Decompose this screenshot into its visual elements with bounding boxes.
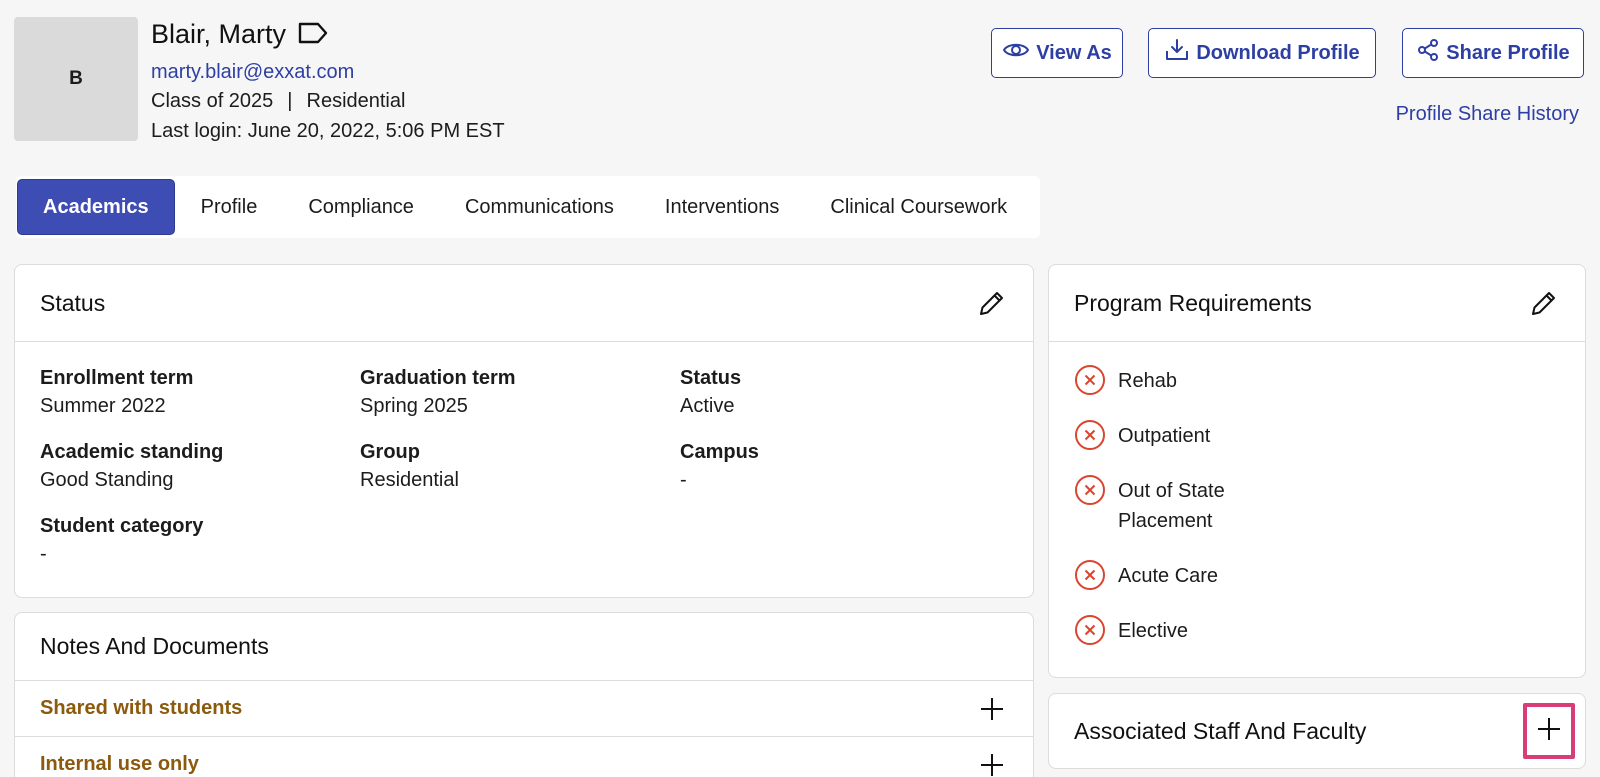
unmet-x-circle-icon: [1074, 364, 1106, 396]
eye-icon: [1002, 40, 1030, 66]
field-label: Student category: [40, 515, 204, 537]
unmet-x-circle-icon: [1074, 474, 1106, 506]
add-staff-button[interactable]: [1523, 703, 1575, 759]
field-label: Enrollment term: [40, 367, 194, 389]
notes-row-label: Internal use only: [40, 753, 199, 775]
field-label: Status: [680, 367, 742, 389]
profile-share-history-link[interactable]: Profile Share History: [1396, 103, 1579, 126]
field-label: Academic standing: [40, 441, 224, 463]
unmet-x-circle-icon: [1074, 614, 1106, 646]
field-student-category: Student category -: [40, 512, 360, 568]
tab-profile[interactable]: Profile: [176, 179, 283, 235]
view-as-button[interactable]: View As: [991, 28, 1123, 78]
notes-card-title: Notes And Documents: [40, 633, 269, 659]
profile-tabs: Academics Profile Compliance Communicati…: [16, 176, 1040, 238]
staff-card-title: Associated Staff And Faculty: [1074, 717, 1367, 744]
requirement-item: Outpatient: [1074, 419, 1585, 451]
notes-row-label: Shared with students: [40, 697, 243, 719]
edit-requirements-pencil-icon[interactable]: [1527, 286, 1561, 320]
download-icon: [1164, 38, 1190, 68]
tab-academics[interactable]: Academics: [17, 179, 175, 235]
download-profile-button[interactable]: Download Profile: [1148, 28, 1376, 78]
field-value: Residential: [360, 469, 459, 491]
requirement-label: Rehab: [1118, 370, 1177, 392]
requirement-label: Acute Care: [1118, 565, 1219, 587]
unmet-x-circle-icon: [1074, 419, 1106, 451]
field-label: Group: [360, 441, 420, 463]
field-graduation-term: Graduation term Spring 2025: [360, 364, 680, 420]
student-group: Residential: [306, 90, 406, 112]
add-plus-icon[interactable]: [977, 750, 1007, 777]
field-group: Group Residential: [360, 438, 680, 494]
notes-row-internal[interactable]: Internal use only: [15, 737, 1033, 777]
requirement-item: Out of State Placement: [1074, 474, 1585, 536]
download-profile-label: Download Profile: [1196, 41, 1360, 64]
field-label: Graduation term: [360, 367, 516, 389]
share-profile-label: Share Profile: [1446, 41, 1570, 64]
edit-status-pencil-icon[interactable]: [975, 286, 1009, 320]
tag-icon[interactable]: [298, 22, 332, 46]
tab-communications[interactable]: Communications: [440, 179, 639, 235]
requirement-label: Out of State Placement: [1118, 480, 1225, 532]
field-value: Active: [680, 395, 735, 417]
requirements-card-title: Program Requirements: [1074, 289, 1312, 316]
add-plus-icon: [1536, 716, 1562, 747]
requirement-item: Rehab: [1074, 364, 1585, 396]
field-campus: Campus -: [680, 438, 1000, 494]
field-label: Campus: [680, 441, 759, 463]
requirement-item: Acute Care: [1074, 559, 1585, 591]
tab-clinical-coursework[interactable]: Clinical Coursework: [805, 179, 1032, 235]
field-value: Summer 2022: [40, 395, 166, 417]
class-year: Class of 2025: [151, 90, 274, 112]
class-group-line: Class of 2025 | Residential: [151, 86, 505, 116]
meta-separator: |: [287, 90, 293, 112]
field-value: Good Standing: [40, 469, 174, 491]
field-value: Spring 2025: [360, 395, 468, 417]
add-plus-icon[interactable]: [977, 694, 1007, 724]
field-value: -: [680, 469, 687, 491]
field-status: Status Active: [680, 364, 1000, 420]
student-name: Blair, Marty: [151, 18, 287, 49]
view-as-label: View As: [1036, 41, 1112, 64]
field-enrollment-term: Enrollment term Summer 2022: [40, 364, 360, 420]
tab-interventions[interactable]: Interventions: [640, 179, 805, 235]
associated-staff-card: Associated Staff And Faculty: [1048, 693, 1586, 769]
unmet-x-circle-icon: [1074, 559, 1106, 591]
share-profile-button[interactable]: Share Profile: [1402, 28, 1584, 78]
requirement-label: Outpatient: [1118, 425, 1211, 447]
share-icon: [1416, 38, 1440, 68]
field-academic-standing: Academic standing Good Standing: [40, 438, 360, 494]
program-requirements-card: Program Requirements Rehab Outpatient Ou…: [1048, 264, 1586, 678]
student-email-link[interactable]: marty.blair@exxat.com: [151, 58, 505, 86]
status-card: Status Enrollment term Summer 2022 Gradu…: [14, 264, 1034, 598]
student-profile-page: B Blair, Marty marty.blair@exxat.com Cla…: [0, 0, 1600, 777]
last-login: Last login: June 20, 2022, 5:06 PM EST: [151, 120, 505, 142]
tab-compliance[interactable]: Compliance: [283, 179, 439, 235]
student-info: Blair, Marty marty.blair@exxat.com Class…: [151, 16, 505, 146]
status-card-title: Status: [40, 289, 106, 316]
avatar: B: [14, 17, 138, 141]
requirement-item: Elective: [1074, 614, 1585, 646]
field-value: -: [40, 543, 47, 565]
notes-row-shared[interactable]: Shared with students: [15, 681, 1033, 737]
notes-documents-card: Notes And Documents Shared with students…: [14, 612, 1034, 777]
requirement-label: Elective: [1118, 620, 1189, 642]
